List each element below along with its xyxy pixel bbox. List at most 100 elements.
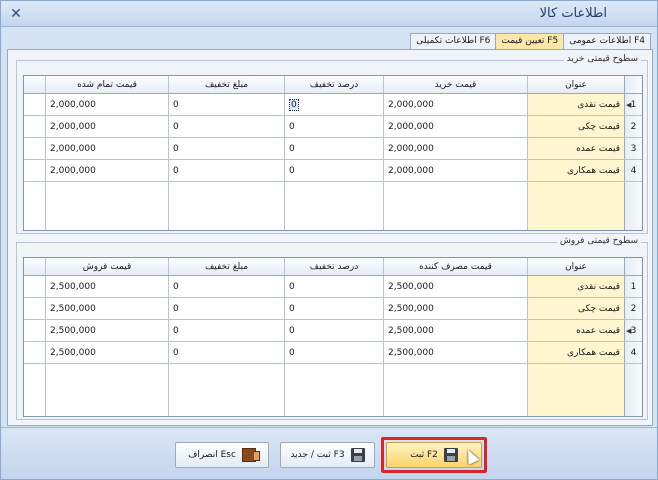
total-cell[interactable]: 2,000,000: [45, 138, 168, 159]
column-header[interactable]: قیمت فروش: [45, 258, 168, 275]
row-number-label: 3: [630, 143, 637, 154]
column-header[interactable]: عنوان: [527, 258, 624, 275]
sales-group-label: سطوح قیمتی فروش: [556, 236, 641, 246]
discount-pct-cell[interactable]: 0: [284, 138, 383, 159]
discount-pct-cell[interactable]: 0: [284, 116, 383, 137]
column-header[interactable]: قیمت مصرف کننده: [383, 258, 527, 275]
row-number[interactable]: 2: [624, 298, 642, 319]
sales-price-grid[interactable]: عنوان قیمت مصرف کننده درصد تخفیف مبلغ تخفیف…: [23, 257, 643, 417]
discount-amount-cell[interactable]: 0: [168, 276, 284, 297]
column-header[interactable]: درصد تخفیف: [284, 258, 383, 275]
save-new-button[interactable]: ثبت / جدید F3: [280, 442, 375, 468]
save-disk-icon: [443, 448, 458, 462]
discount-amount-cell[interactable]: 0: [168, 298, 284, 319]
price-level-title[interactable]: قیمت نقدی: [527, 94, 624, 115]
save-new-button-label: ثبت / جدید F3: [290, 450, 345, 460]
price-cell[interactable]: 2,500,000: [383, 276, 527, 297]
price-cell[interactable]: 2,500,000: [383, 320, 527, 341]
total-cell[interactable]: 2,500,000: [45, 342, 168, 363]
purchase-price-group: سطوح قیمتی خرید عنوان قیمت خرید درصد تخفیف…: [16, 54, 648, 234]
discount-amount-cell[interactable]: 0: [168, 160, 284, 181]
discount-amount-value: 0: [173, 121, 179, 132]
empty-cell: [527, 182, 624, 230]
price-value: 2,000,000: [388, 143, 434, 154]
total-cell[interactable]: 2,000,000: [45, 160, 168, 181]
price-level-title[interactable]: قیمت همکاری: [527, 342, 624, 363]
row-number[interactable]: 4: [624, 342, 642, 363]
action-bar: انصراف Esc ثبت / جدید F3 ثبت F2: [1, 427, 657, 479]
table-row[interactable]: 4 قیمت همکاری 2,000,000 0 0 2,000,000: [24, 160, 642, 182]
table-row[interactable]: ◀ 3 قیمت عمده 2,500,000 0 0 2,500,000: [24, 320, 642, 342]
grid-header: عنوان قیمت خرید درصد تخفیف مبلغ تخفیف قیمت ت…: [24, 76, 642, 94]
discount-amount-cell[interactable]: 0: [168, 94, 284, 115]
discount-pct-cell[interactable]: 0: [284, 320, 383, 341]
table-row[interactable]: 1 قیمت نقدی 2,500,000 0 0 2,500,000: [24, 276, 642, 298]
total-cell[interactable]: 2,500,000: [45, 320, 168, 341]
row-number[interactable]: 2: [624, 116, 642, 137]
tab-general-info[interactable]: اطلاعات تکمیلی F6: [410, 33, 497, 50]
tab-pricing[interactable]: تعیین قیمت F5: [495, 33, 565, 50]
price-cell[interactable]: 2,000,000: [383, 116, 527, 137]
tab-additional-info[interactable]: اطلاعات عمومی F4: [563, 33, 651, 50]
current-row-indicator-icon: ◀: [626, 326, 632, 335]
table-row[interactable]: 2 قیمت چکی 2,000,000 0 0 2,000,000: [24, 116, 642, 138]
price-value: 2,000,000: [388, 99, 434, 110]
total-cell[interactable]: 2,000,000: [45, 94, 168, 115]
column-header[interactable]: قیمت تمام شده: [45, 76, 168, 93]
column-header[interactable]: مبلغ تخفیف: [168, 76, 284, 93]
discount-amount-value: 0: [173, 347, 179, 358]
empty-cell: [45, 364, 168, 416]
price-level-title[interactable]: قیمت همکاری: [527, 160, 624, 181]
discount-pct-cell[interactable]: 0: [284, 94, 383, 115]
discount-amount-cell[interactable]: 0: [168, 116, 284, 137]
price-cell[interactable]: 2,500,000: [383, 298, 527, 319]
price-cell[interactable]: 2,000,000: [383, 160, 527, 181]
product-info-window: اطلاعات کالا ✕ اطلاعات تکمیلی F6 تعیین ق…: [0, 0, 658, 480]
price-cell[interactable]: 2,000,000: [383, 94, 527, 115]
table-row[interactable]: 2 قیمت چکی 2,500,000 0 0 2,500,000: [24, 298, 642, 320]
row-number[interactable]: 3: [624, 138, 642, 159]
row-number[interactable]: 1: [624, 276, 642, 297]
column-header[interactable]: درصد تخفیف: [284, 76, 383, 93]
total-value: 2,000,000: [50, 143, 96, 154]
total-cell[interactable]: 2,500,000: [45, 276, 168, 297]
row-number[interactable]: ◀ 1: [624, 94, 642, 115]
discount-pct-value: 0: [289, 347, 295, 358]
row-number[interactable]: ◀ 3: [624, 320, 642, 341]
discount-amount-cell[interactable]: 0: [168, 138, 284, 159]
empty-cell: [527, 364, 624, 416]
cancel-button[interactable]: انصراف Esc: [175, 442, 269, 468]
price-level-title[interactable]: قیمت عمده: [527, 320, 624, 341]
discount-amount-value: 0: [173, 165, 179, 176]
row-number[interactable]: 4: [624, 160, 642, 181]
total-cell[interactable]: 2,500,000: [45, 298, 168, 319]
column-header[interactable]: عنوان: [527, 76, 624, 93]
discount-amount-value: 0: [173, 303, 179, 314]
discount-amount-value: 0: [173, 325, 179, 336]
discount-pct-cell[interactable]: 0: [284, 342, 383, 363]
row-number-label: 2: [630, 121, 637, 132]
column-header[interactable]: قیمت خرید: [383, 76, 527, 93]
price-level-title[interactable]: قیمت عمده: [527, 138, 624, 159]
discount-amount-cell[interactable]: 0: [168, 320, 284, 341]
price-cell[interactable]: 2,000,000: [383, 138, 527, 159]
purchase-price-grid[interactable]: عنوان قیمت خرید درصد تخفیف مبلغ تخفیف قیمت ت…: [23, 75, 643, 231]
price-value: 2,000,000: [388, 121, 434, 132]
total-value: 2,000,000: [50, 99, 96, 110]
discount-pct-cell[interactable]: 0: [284, 298, 383, 319]
total-cell[interactable]: 2,000,000: [45, 116, 168, 137]
table-row[interactable]: 3 قیمت عمده 2,000,000 0 0 2,000,000: [24, 138, 642, 160]
column-header[interactable]: مبلغ تخفیف: [168, 258, 284, 275]
price-cell[interactable]: 2,500,000: [383, 342, 527, 363]
discount-pct-cell[interactable]: 0: [284, 276, 383, 297]
price-level-title[interactable]: قیمت نقدی: [527, 276, 624, 297]
table-row[interactable]: 4 قیمت همکاری 2,500,000 0 0 2,500,000: [24, 342, 642, 364]
table-row[interactable]: ◀ 1 قیمت نقدی 2,000,000 0 0 2,000,000: [24, 94, 642, 116]
close-icon[interactable]: ✕: [7, 5, 25, 23]
discount-pct-value: 0: [289, 98, 299, 111]
discount-amount-cell[interactable]: 0: [168, 342, 284, 363]
discount-amount-value: 0: [173, 99, 179, 110]
discount-pct-cell[interactable]: 0: [284, 160, 383, 181]
price-level-title[interactable]: قیمت چکی: [527, 116, 624, 137]
price-level-title[interactable]: قیمت چکی: [527, 298, 624, 319]
